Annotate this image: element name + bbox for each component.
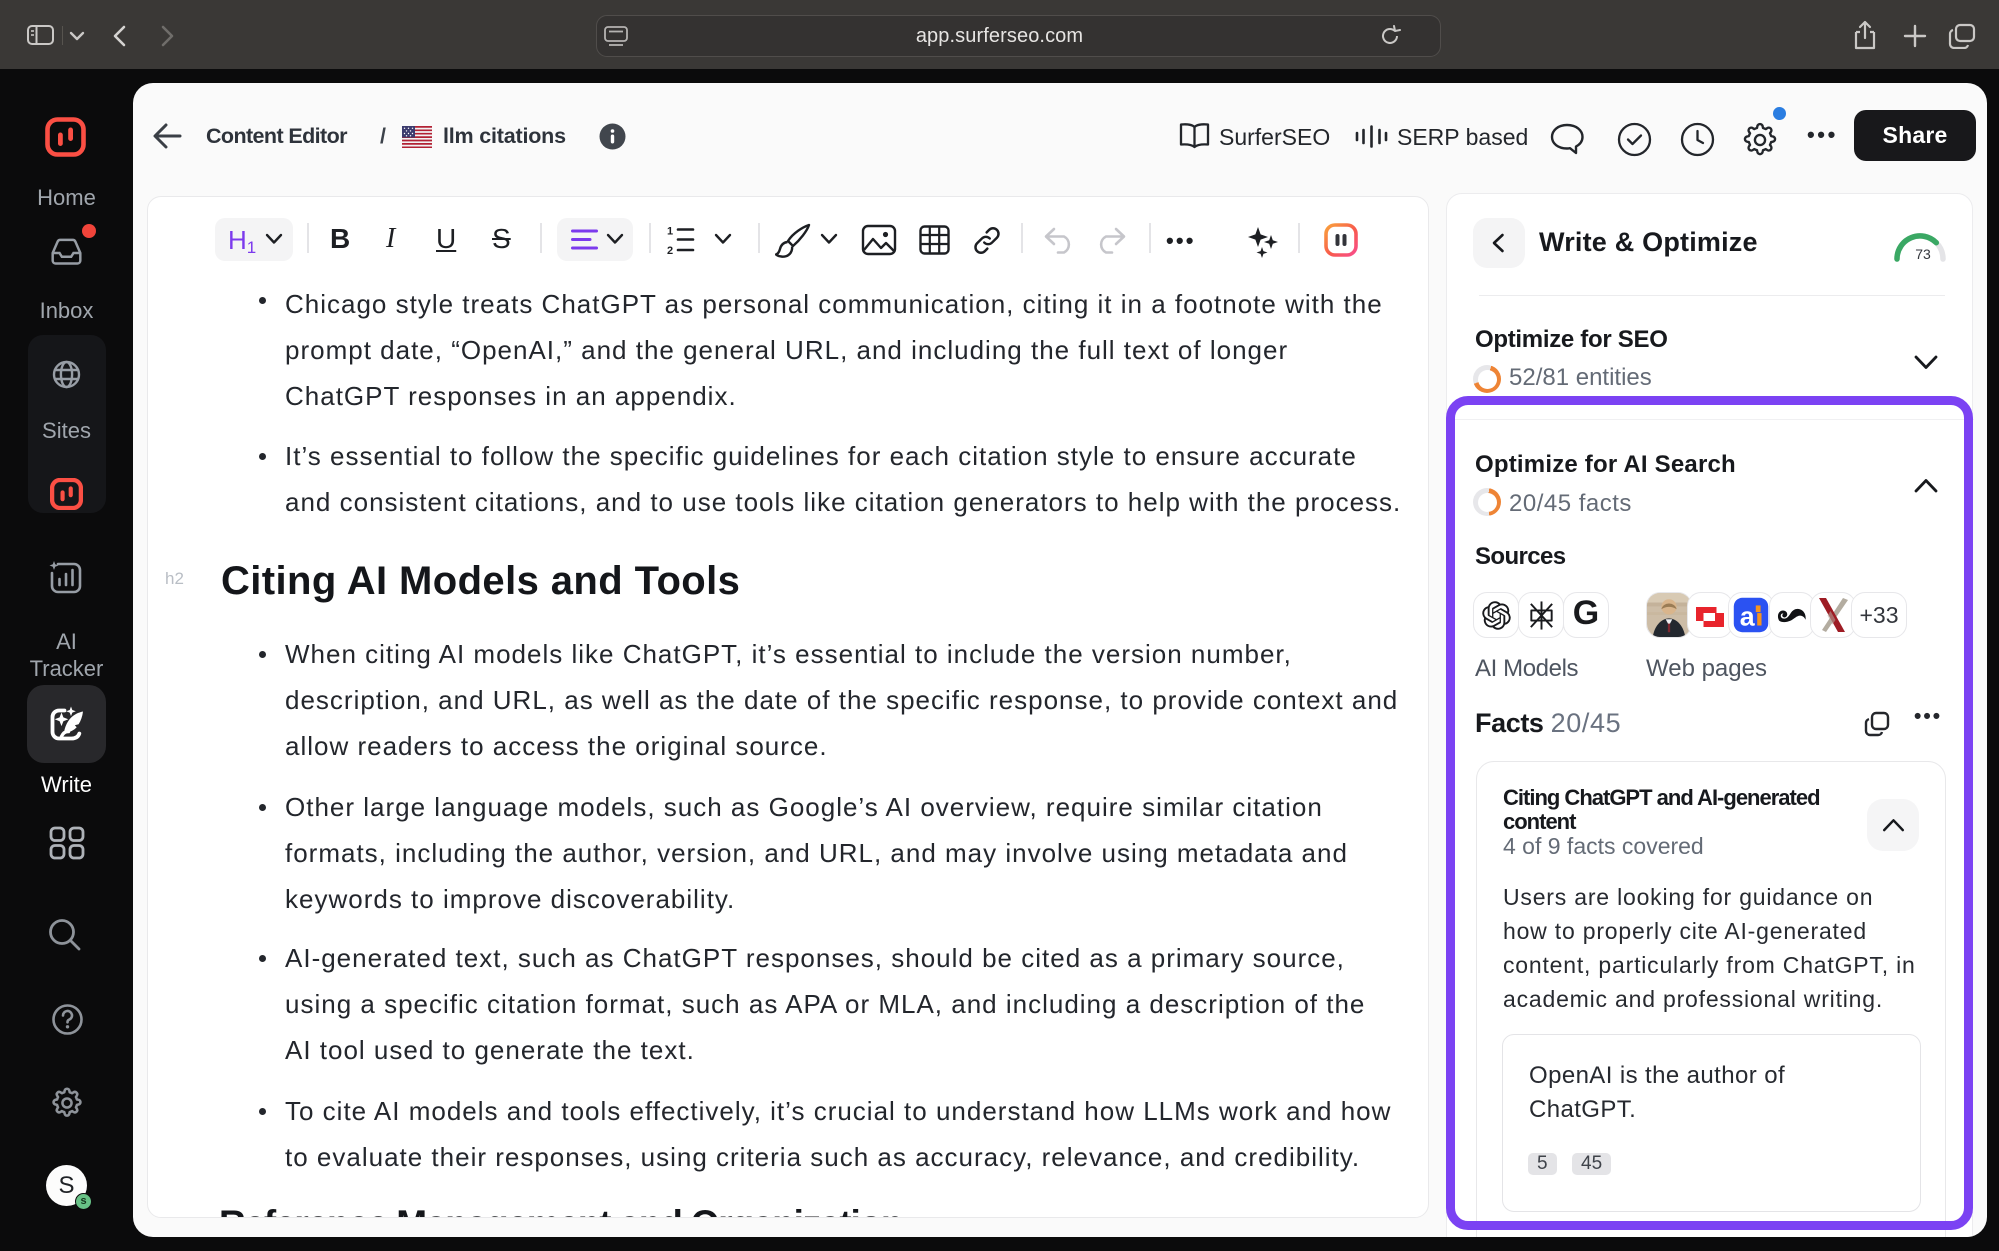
svg-text:1: 1	[667, 226, 673, 238]
svg-text:73: 73	[1915, 246, 1931, 262]
svg-text:2: 2	[667, 245, 673, 254]
